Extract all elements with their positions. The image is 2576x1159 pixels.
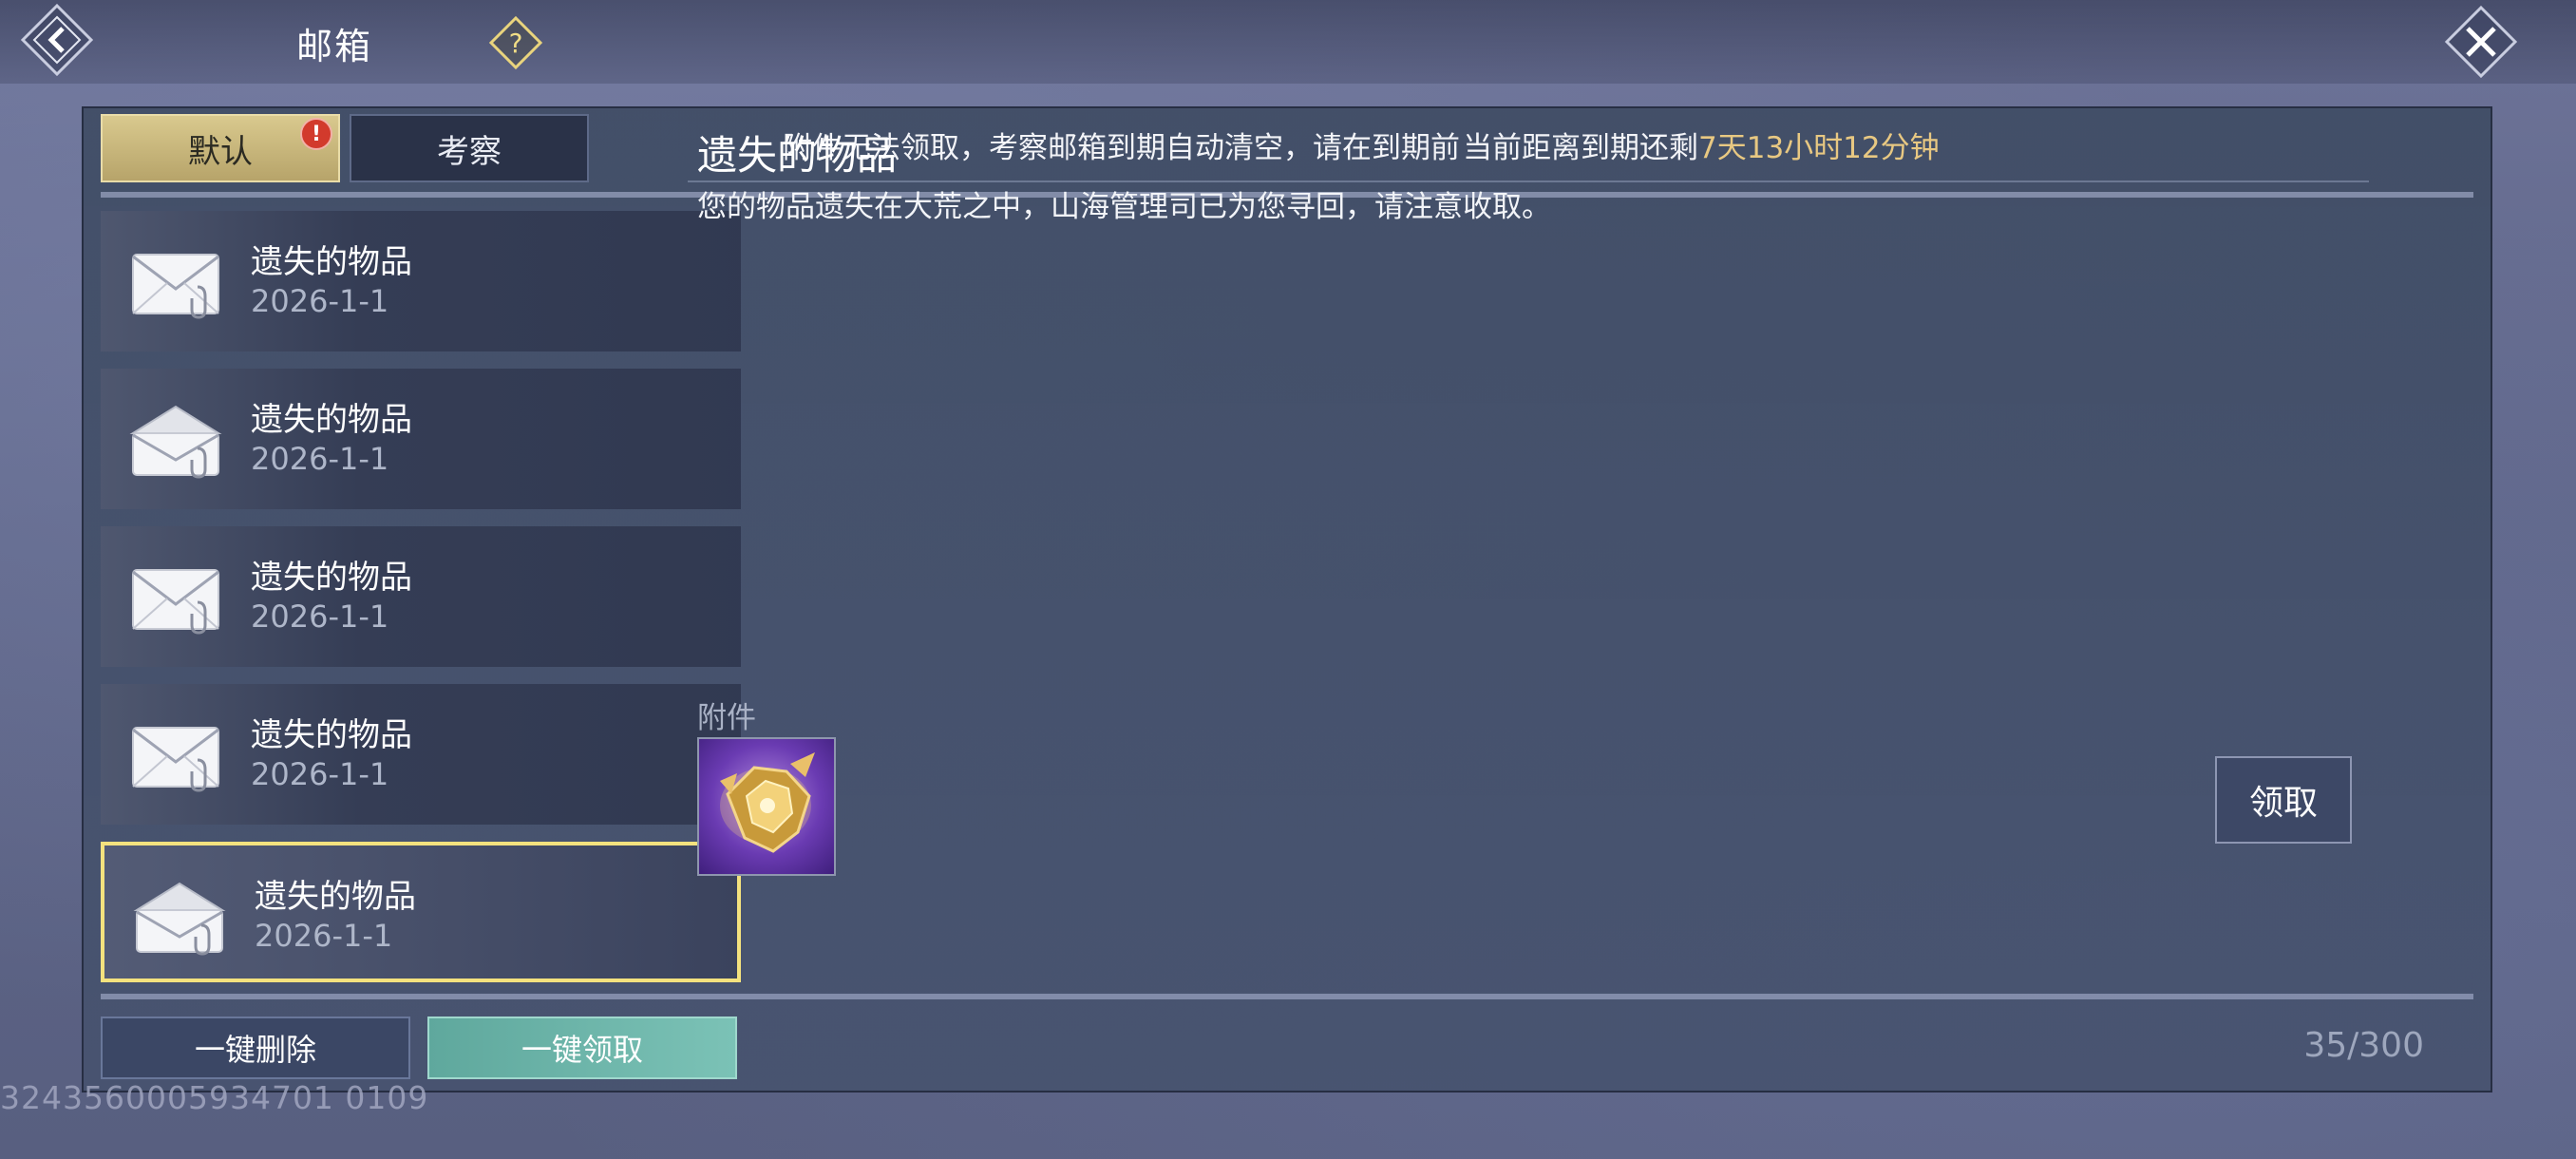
back-arrow-icon bbox=[20, 3, 94, 77]
back-button[interactable] bbox=[19, 2, 95, 78]
envelope-closed-icon bbox=[132, 727, 219, 792]
mail-title: 遗失的物品 bbox=[251, 243, 412, 281]
list-item[interactable]: 遗失的物品 2026-1-1 bbox=[101, 369, 741, 509]
expiry-remaining: 7天13小时12分钟 bbox=[1698, 131, 1940, 165]
mail-date: 2026-1-1 bbox=[251, 441, 389, 477]
claim-all-button[interactable]: 一键领取 bbox=[427, 1016, 737, 1079]
delete-all-button[interactable]: 一键删除 bbox=[101, 1016, 410, 1079]
tab-default[interactable]: 默认 ! bbox=[101, 114, 340, 182]
divider bbox=[101, 994, 2473, 999]
mail-title: 遗失的物品 bbox=[255, 878, 416, 916]
attachment-label: 附件 bbox=[697, 701, 756, 735]
mail-title: 遗失的物品 bbox=[251, 401, 412, 439]
tab-inspect-label: 考察 bbox=[437, 132, 502, 171]
attachment-item[interactable] bbox=[697, 737, 836, 876]
envelope-closed-icon bbox=[132, 254, 219, 319]
help-button[interactable]: ? bbox=[488, 15, 543, 70]
claim-button[interactable]: 领取 bbox=[2215, 756, 2352, 844]
mail-title: 遗失的物品 bbox=[251, 716, 412, 754]
expiry-prefix: 当前距离到期还剩 bbox=[1463, 131, 1698, 165]
close-button[interactable] bbox=[2443, 4, 2519, 80]
mail-count: 35/300 bbox=[2303, 1026, 2424, 1065]
expiry-countdown: 当前距离到期还剩7天13小时12分钟 bbox=[1463, 124, 1940, 166]
close-icon bbox=[2444, 5, 2518, 79]
envelope-closed-icon bbox=[132, 569, 219, 635]
tab-default-label: 默认 bbox=[188, 132, 253, 171]
list-item[interactable]: 遗失的物品 2026-1-1 bbox=[101, 211, 741, 352]
mail-date: 2026-1-1 bbox=[251, 283, 389, 319]
mail-title: 遗失的物品 bbox=[251, 559, 412, 597]
golden-armor-item-icon bbox=[720, 752, 815, 853]
mail-date: 2026-1-1 bbox=[251, 598, 389, 635]
svg-text:?: ? bbox=[509, 28, 523, 59]
mail-detail-title: 遗失的物品 bbox=[697, 132, 898, 179]
mail-date: 2026-1-1 bbox=[251, 756, 389, 792]
list-item[interactable]: 遗失的物品 2026-1-1 bbox=[101, 684, 741, 825]
question-mark-icon: ? bbox=[488, 15, 543, 70]
tab-inspect[interactable]: 考察 bbox=[350, 114, 589, 182]
top-bar: 邮箱 ? bbox=[0, 0, 2576, 84]
list-item-selected[interactable]: 遗失的物品 2026-1-1 bbox=[101, 842, 741, 982]
envelope-open-icon bbox=[133, 882, 226, 956]
page-title: 邮箱 bbox=[296, 26, 373, 67]
list-item[interactable]: 遗失的物品 2026-1-1 bbox=[101, 526, 741, 667]
player-uid: 3243560005934701 0109 bbox=[0, 1079, 429, 1116]
unread-badge: ! bbox=[300, 118, 332, 150]
mail-panel: 默认 ! 考察 附件无法领取，考察邮箱到期自动清空，请在到期前 当前距离到期还剩… bbox=[82, 106, 2492, 1092]
envelope-open-icon bbox=[129, 405, 222, 479]
mail-detail-body: 您的物品遗失在大荒之中，山海管理司已为您寻回，请注意收取。 bbox=[697, 190, 1551, 224]
mail-date: 2026-1-1 bbox=[255, 918, 393, 954]
